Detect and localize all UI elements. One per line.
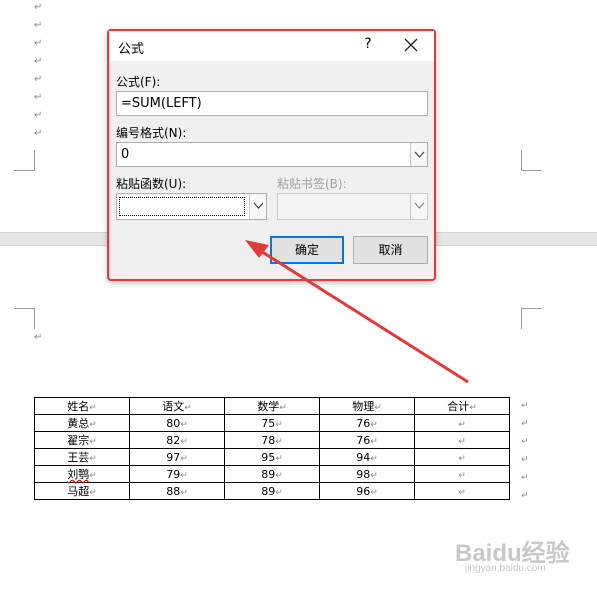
table-cell[interactable]: ↵ [414, 482, 510, 500]
table-cell[interactable]: 刘鹗↵ [34, 465, 130, 483]
table-header-row: 姓名↵ 语文↵ 数学↵ 物理↵ 合计↵ [34, 397, 510, 415]
table-row: 黄总↵ 80↵ 75↵ 76↵ ↵ [34, 414, 510, 432]
table-cell[interactable]: 89↵ [224, 482, 320, 500]
table-cell[interactable]: 96↵ [319, 482, 415, 500]
table-row: 王芸↵ 97↵ 95↵ 94↵ ↵ [34, 448, 510, 466]
table-cell[interactable]: 98↵ [319, 465, 415, 483]
table-cell[interactable]: 王芸↵ [34, 448, 130, 466]
score-table: 姓名↵ 语文↵ 数学↵ 物理↵ 合计↵ 黄总↵ 80↵ 75↵ 76↵ ↵ 翟宗… [34, 397, 510, 500]
table-cell[interactable]: 95↵ [224, 448, 320, 466]
table-cell[interactable]: 78↵ [224, 431, 320, 449]
table-row: 马超↵ 88↵ 89↵ 96↵ ↵ [34, 482, 510, 500]
table-row: 刘鹗↵ 79↵ 89↵ 98↵ ↵ [34, 465, 510, 483]
table-cell[interactable]: ↵ [414, 431, 510, 449]
table-header-cell[interactable]: 姓名↵ [34, 397, 130, 415]
row-end-mark: ↵ [521, 455, 529, 465]
row-end-mark: ↵ [521, 437, 529, 447]
watermark-url: jingyan.baidu.com [465, 563, 546, 574]
table-header-cell[interactable]: 语文↵ [129, 397, 225, 415]
table-cell[interactable]: 88↵ [129, 482, 225, 500]
row-end-mark: ↵ [521, 419, 529, 429]
table-cell[interactable]: 76↵ [319, 431, 415, 449]
row-end-mark: ↵ [521, 401, 529, 411]
table-row: 翟宗↵ 82↵ 78↵ 76↵ ↵ [34, 431, 510, 449]
row-end-mark: ↵ [521, 473, 529, 483]
table-cell[interactable]: 79↵ [129, 465, 225, 483]
table-cell[interactable]: 97↵ [129, 448, 225, 466]
table-header-cell[interactable]: 数学↵ [224, 397, 320, 415]
table-cell[interactable]: 翟宗↵ [34, 431, 130, 449]
annotation-arrow-line [255, 246, 469, 384]
table-cell[interactable]: 89↵ [224, 465, 320, 483]
table-cell[interactable]: ↵ [414, 465, 510, 483]
table-cell[interactable]: 黄总↵ [34, 414, 130, 432]
table-cell[interactable]: ↵ [414, 448, 510, 466]
table-cell[interactable]: 80↵ [129, 414, 225, 432]
table-cell[interactable]: 马超↵ [34, 482, 130, 500]
row-end-mark: ↵ [521, 491, 529, 501]
table-header-cell[interactable]: 合计↵ [414, 397, 510, 415]
annotation-arrow [245, 240, 469, 384]
table-cell[interactable]: 76↵ [319, 414, 415, 432]
table-cell[interactable]: ↵ [414, 414, 510, 432]
table-cell[interactable]: 75↵ [224, 414, 320, 432]
table-cell[interactable]: 82↵ [129, 431, 225, 449]
baidu-jingyan-watermark: Baidu经验 jingyan.baidu.com [455, 533, 570, 574]
table-cell[interactable]: 94↵ [319, 448, 415, 466]
table-header-cell[interactable]: 物理↵ [319, 397, 415, 415]
